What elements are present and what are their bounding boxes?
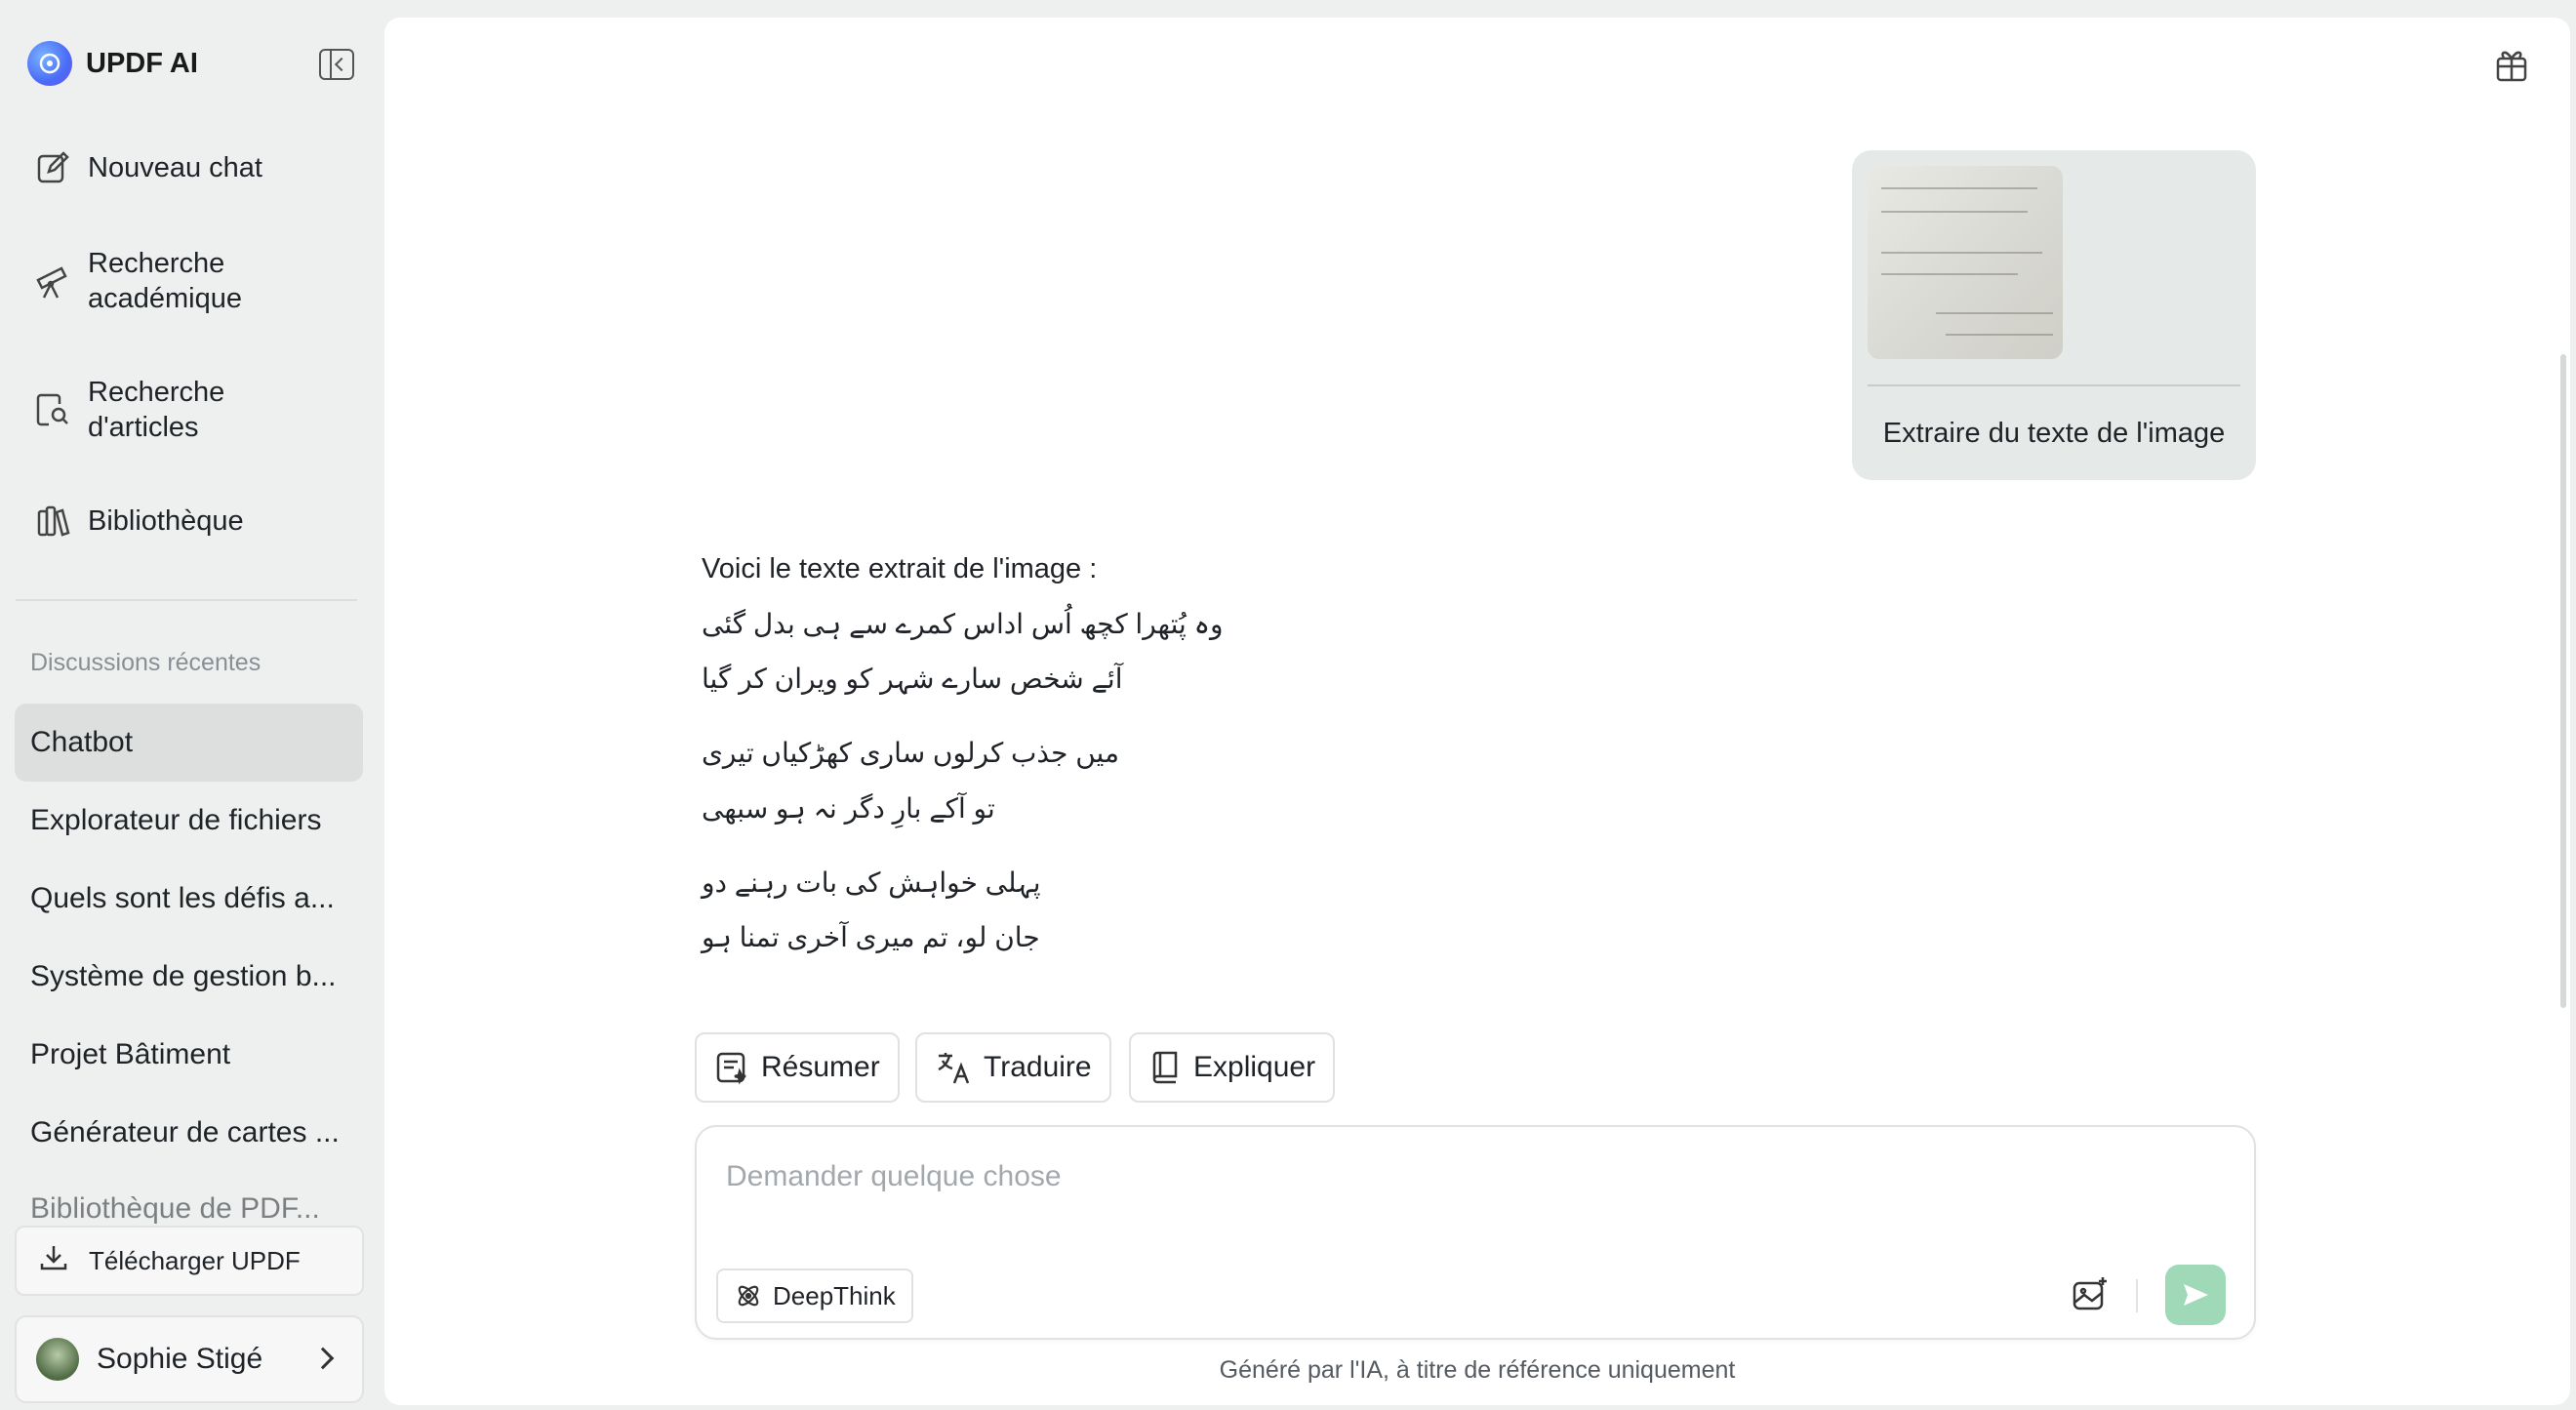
nav-label: Recherche académique [88,248,242,314]
sidebar-divider [16,599,357,601]
composer-separator [2136,1279,2138,1312]
new-chat-icon [33,148,72,187]
recent-chat-item[interactable]: Projet Bâtiment [15,1016,363,1094]
avatar [36,1338,79,1381]
download-icon [38,1242,69,1280]
download-updf-button[interactable]: Télécharger UPDF [15,1226,364,1296]
send-button[interactable] [2165,1265,2226,1325]
user-name: Sophie Stigé [97,1343,263,1375]
recent-chat-item[interactable]: Système de gestion b... [15,938,363,1016]
summarize-icon [714,1050,749,1085]
updf-logo-icon [27,41,72,86]
gift-icon[interactable] [2492,45,2531,89]
chevron-right-icon [311,1347,335,1370]
atom-icon [734,1281,763,1310]
action-label: Traduire [984,1051,1092,1083]
nav-article-search[interactable]: Recherche d'articles [33,375,322,445]
collapse-sidebar-icon[interactable] [319,49,354,80]
poem-line: پہلی خواہش کی بات رہنے دو [702,867,1041,898]
poem-line: آئے شخص سارے شہر کو ویران کر گیا [702,664,1123,694]
translate-icon [935,1050,972,1085]
poem-line: تو آکے بارِ دگر نہ ہو سبھی [702,793,995,824]
ai-disclaimer: Généré par l'IA, à titre de référence un… [1219,1356,1736,1384]
recent-chat-item[interactable]: Explorateur de fichiers [15,782,363,860]
download-label: Télécharger UPDF [89,1245,301,1275]
nav-label: Bibliothèque [88,505,244,537]
recent-chat-item[interactable]: Générateur de cartes ... [15,1094,363,1172]
nav-library[interactable]: Bibliothèque [33,502,322,541]
deepthink-label: DeepThink [773,1280,896,1310]
chat-panel: Extraire du texte de l'image Voici le te… [384,18,2570,1405]
user-message-text: Extraire du texte de l'image [1882,418,2226,449]
recent-chat-item[interactable]: Bibliothèque de PDF... [15,1171,363,1225]
nav-label: Nouveau chat [88,152,262,183]
article-search-icon [33,390,72,429]
assistant-answer: Voici le texte extrait de l'image : وہ پ… [702,549,1224,952]
brand-name: UPDF AI [86,47,198,79]
user-profile-button[interactable]: Sophie Stigé [15,1315,364,1403]
translate-button[interactable]: Traduire [915,1032,1111,1103]
image-upload-icon[interactable] [2071,1275,2110,1317]
answer-intro: Voici le texte extrait de l'image : [702,553,1098,584]
library-icon [33,502,72,541]
message-separator [1868,384,2240,386]
recent-chat-label: Bibliothèque de PDF... [30,1192,320,1225]
action-label: Expliquer [1193,1051,1316,1083]
nav-label: Recherche d'articles [88,377,225,443]
deepthink-toggle[interactable]: DeepThink [716,1269,913,1323]
brand[interactable]: UPDF AI [27,41,198,86]
poem-line: میں جذب کرلوں ساری کھڑکیاں تیری [702,738,1119,768]
recent-chat-item[interactable]: Quels sont les défis a... [15,860,363,938]
summarize-button[interactable]: Résumer [695,1032,900,1103]
telescope-icon [33,262,72,301]
action-label: Résumer [761,1051,880,1083]
attached-image-thumbnail[interactable] [1868,166,2063,359]
nav-new-chat[interactable]: Nouveau chat [33,148,322,187]
sidebar: UPDF AI Nouveau chat Recherche académiqu… [0,0,381,1410]
send-icon [2184,1284,2208,1306]
explain-button[interactable]: Expliquer [1129,1032,1336,1103]
book-icon [1148,1050,1182,1085]
scrollbar[interactable] [2560,354,2566,1008]
message-composer: DeepThink [695,1125,2256,1340]
nav-academic-search[interactable]: Recherche académique [33,246,322,316]
recent-section-label: Discussions récentes [30,649,262,676]
user-message-bubble: Extraire du texte de l'image [1852,150,2256,480]
poem-line: جان لو، تم میری آخری تمنا ہو [702,922,1040,952]
message-input[interactable] [726,1160,2190,1193]
poem-line: وہ پُتھرا کچھ اُس اداس کمرے سے ہی بدل گئ… [702,609,1224,639]
recent-chat-item[interactable]: Chatbot [15,704,363,782]
